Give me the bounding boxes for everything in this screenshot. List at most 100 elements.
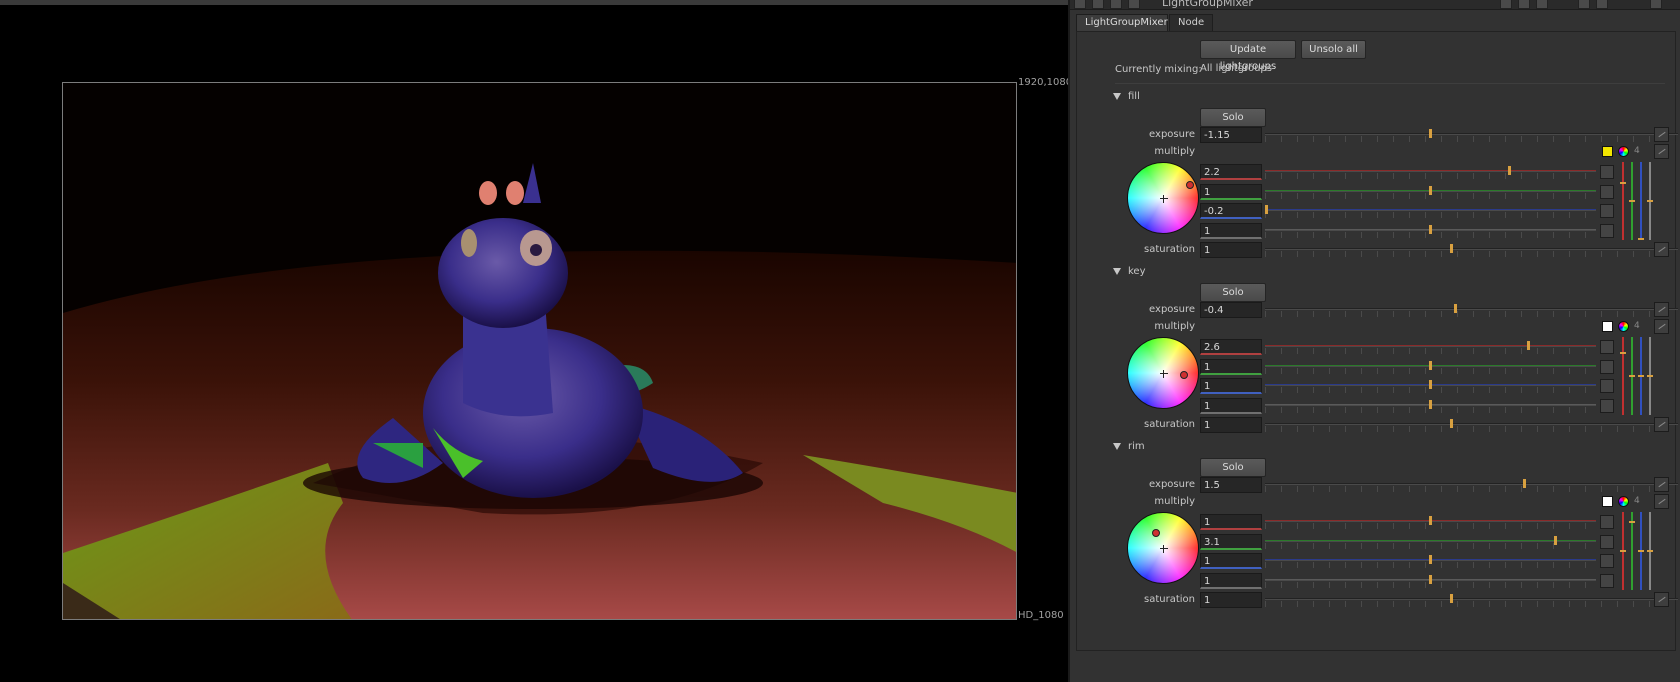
multiply-alpha-field[interactable]: 1 — [1200, 222, 1262, 239]
split-channel-icon[interactable] — [1600, 165, 1614, 179]
vertical-slider-thumb[interactable] — [1647, 550, 1653, 552]
vertical-slider-thumb[interactable] — [1647, 375, 1653, 377]
input-icon[interactable] — [1110, 0, 1122, 9]
vertical-slider-thumb[interactable] — [1629, 200, 1635, 202]
saturation-curve-icon[interactable] — [1654, 417, 1669, 432]
exposure-curve-icon[interactable] — [1654, 127, 1669, 142]
vertical-slider-thumb[interactable] — [1629, 521, 1635, 523]
wheel-marker[interactable] — [1180, 371, 1188, 379]
tab-node[interactable]: Node — [1169, 14, 1213, 31]
multiply-red-slider[interactable] — [1265, 340, 1596, 354]
slider-thumb[interactable] — [1429, 399, 1432, 409]
slider-thumb[interactable] — [1450, 244, 1453, 253]
slider-thumb[interactable] — [1429, 185, 1432, 195]
slider-thumb[interactable] — [1523, 479, 1526, 488]
vertical-slider-red[interactable] — [1620, 337, 1626, 415]
wheel-marker[interactable] — [1152, 529, 1160, 537]
vertical-slider-thumb[interactable] — [1629, 375, 1635, 377]
color-wheel-icon[interactable] — [1618, 146, 1629, 157]
multiply-curve-icon[interactable] — [1654, 144, 1669, 159]
collapse-triangle-icon[interactable] — [1113, 93, 1121, 100]
multiply-green-slider[interactable] — [1265, 360, 1596, 374]
slider-thumb[interactable] — [1508, 166, 1511, 175]
solo-button[interactable]: Solo — [1200, 283, 1266, 302]
slider-thumb[interactable] — [1450, 594, 1453, 603]
color-wheel[interactable] — [1127, 337, 1199, 409]
color-swatch[interactable] — [1602, 146, 1613, 157]
center-node-icon[interactable] — [1092, 0, 1104, 9]
multiply-blue-field[interactable]: 1 — [1200, 553, 1262, 569]
split-channel-icon[interactable] — [1600, 379, 1614, 393]
solo-button[interactable]: Solo — [1200, 108, 1266, 127]
collapse-icon[interactable] — [1074, 0, 1086, 9]
color-swatch[interactable] — [1602, 496, 1613, 507]
slider-thumb[interactable] — [1429, 129, 1432, 138]
vertical-slider-red[interactable] — [1620, 162, 1626, 240]
exposure-slider[interactable] — [1265, 303, 1678, 317]
collapse-triangle-icon[interactable] — [1113, 443, 1121, 450]
redo-icon[interactable] — [1536, 0, 1548, 9]
multiply-green-field[interactable]: 3.1 — [1200, 533, 1262, 550]
unsolo-all-button[interactable]: Unsolo all — [1301, 40, 1366, 59]
vertical-slider-green[interactable] — [1629, 512, 1635, 590]
vertical-slider-blue[interactable] — [1638, 162, 1644, 240]
color-wheel[interactable] — [1127, 162, 1199, 234]
saturation-slider[interactable] — [1265, 243, 1678, 257]
exposure-field[interactable]: -1.15 — [1200, 127, 1262, 143]
slider-thumb[interactable] — [1554, 535, 1557, 545]
multiply-curve-icon[interactable] — [1654, 319, 1669, 334]
exposure-field[interactable]: 1.5 — [1200, 477, 1262, 493]
close-icon[interactable] — [1650, 0, 1662, 9]
slider-thumb[interactable] — [1429, 380, 1432, 389]
multiply-alpha-field[interactable]: 1 — [1200, 572, 1262, 589]
vertical-slider-thumb[interactable] — [1638, 375, 1644, 377]
multiply-red-field[interactable]: 2.6 — [1200, 339, 1262, 355]
multiply-curve-icon[interactable] — [1654, 494, 1669, 509]
multiply-alpha-slider[interactable] — [1265, 399, 1596, 413]
color-wheel[interactable] — [1127, 512, 1199, 584]
slider-thumb[interactable] — [1429, 224, 1432, 234]
channel-vertical-sliders[interactable] — [1620, 512, 1656, 590]
split-channel-icon[interactable] — [1600, 554, 1614, 568]
viewer[interactable]: 1920,1080 HD_1080 — [0, 0, 1072, 682]
vertical-slider-thumb[interactable] — [1620, 550, 1626, 552]
vertical-slider-alpha[interactable] — [1647, 162, 1653, 240]
split-channel-icon[interactable] — [1600, 573, 1614, 588]
multiply-blue-field[interactable]: 1 — [1200, 378, 1262, 394]
help-icon[interactable] — [1596, 0, 1608, 9]
split-channel-icon[interactable] — [1600, 184, 1614, 199]
exposure-curve-icon[interactable] — [1654, 302, 1669, 317]
split-channel-icon[interactable] — [1600, 515, 1614, 529]
exposure-field[interactable]: -0.4 — [1200, 302, 1262, 318]
multiply-green-field[interactable]: 1 — [1200, 358, 1262, 375]
channel-count[interactable]: 4 — [1634, 146, 1640, 156]
slider-thumb[interactable] — [1429, 555, 1432, 564]
channel-vertical-sliders[interactable] — [1620, 337, 1656, 415]
saturation-field[interactable]: 1 — [1200, 242, 1262, 258]
collapse-triangle-icon[interactable] — [1113, 268, 1121, 275]
slider-thumb[interactable] — [1454, 304, 1457, 313]
saturation-curve-icon[interactable] — [1654, 592, 1669, 607]
solo-button[interactable]: Solo — [1200, 458, 1266, 477]
channel-count[interactable]: 4 — [1634, 496, 1640, 506]
exposure-slider[interactable] — [1265, 128, 1678, 142]
tab-lightgroupmixer[interactable]: LightGroupMixer — [1076, 14, 1168, 31]
color-wheel-icon[interactable] — [1618, 496, 1629, 507]
multiply-alpha-field[interactable]: 1 — [1200, 397, 1262, 414]
multiply-alpha-slider[interactable] — [1265, 574, 1596, 588]
multiply-blue-field[interactable]: -0.2 — [1200, 203, 1262, 219]
split-channel-icon[interactable] — [1600, 223, 1614, 238]
color-picker-icon[interactable] — [1128, 0, 1140, 9]
multiply-green-slider[interactable] — [1265, 185, 1596, 199]
vertical-slider-blue[interactable] — [1638, 337, 1644, 415]
revert-icon[interactable] — [1500, 0, 1512, 9]
wheel-marker[interactable] — [1186, 181, 1194, 189]
vertical-slider-thumb[interactable] — [1620, 352, 1626, 354]
split-channel-icon[interactable] — [1600, 340, 1614, 354]
multiply-blue-slider[interactable] — [1265, 379, 1596, 393]
vertical-slider-alpha[interactable] — [1647, 512, 1653, 590]
slider-thumb[interactable] — [1429, 360, 1432, 370]
vertical-slider-thumb[interactable] — [1647, 200, 1653, 202]
vertical-slider-thumb[interactable] — [1638, 550, 1644, 552]
node-name[interactable]: LightGroupMixer — [1162, 0, 1253, 9]
